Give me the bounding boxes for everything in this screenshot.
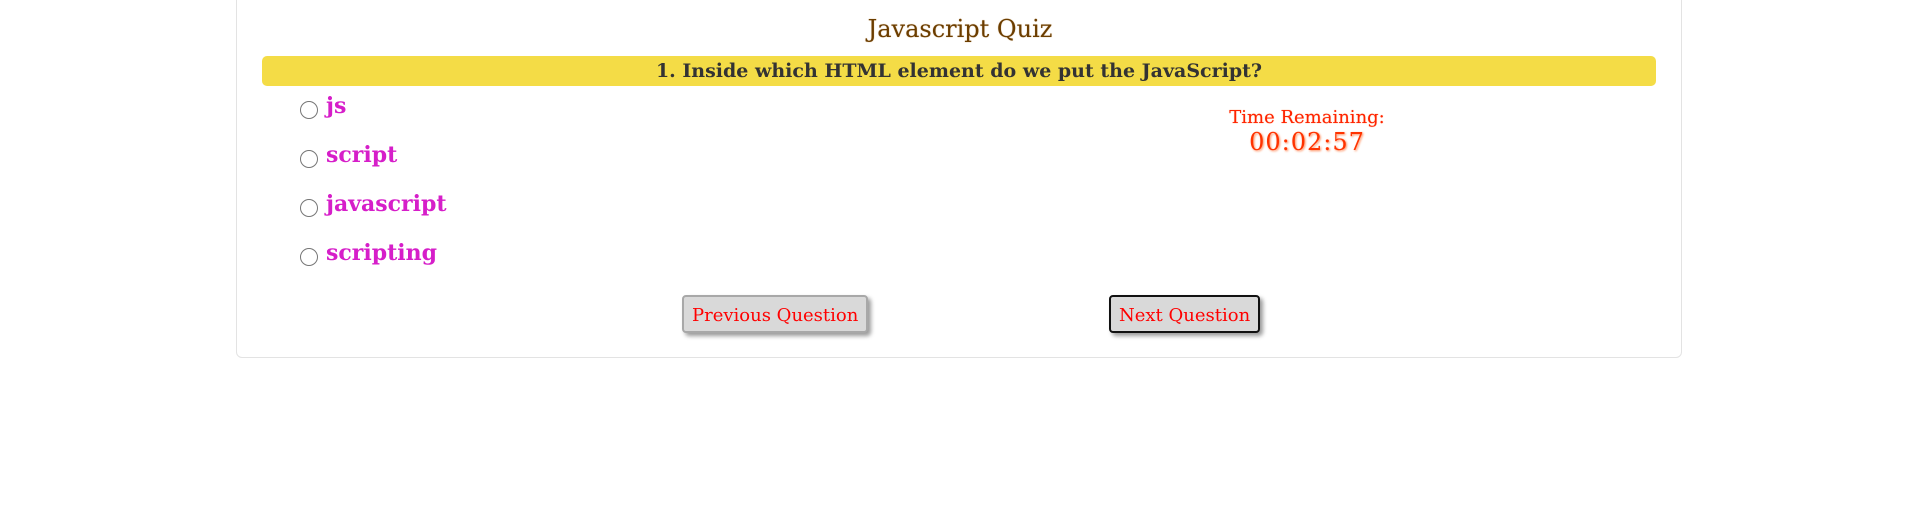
next-question-button[interactable]: Next Question — [1109, 295, 1261, 333]
timer-label: Time Remaining: — [1229, 107, 1385, 128]
option-label: scripting — [326, 240, 438, 266]
option-label: js — [326, 93, 347, 119]
timer-value: 00:02:57 — [1249, 128, 1365, 156]
option-scripting[interactable]: scripting — [300, 238, 437, 268]
radio-button[interactable] — [300, 199, 318, 217]
radio-button[interactable] — [300, 248, 318, 266]
option-label: script — [326, 142, 398, 168]
option-script[interactable]: script — [300, 140, 397, 170]
timer: Time Remaining: 00:02:57 — [1217, 107, 1397, 156]
option-js[interactable]: js — [300, 91, 346, 121]
quiz-card: Javascript Quiz 1. Inside which HTML ele… — [236, 0, 1682, 358]
radio-button[interactable] — [300, 101, 318, 119]
option-label: javascript — [326, 191, 447, 217]
previous-question-button[interactable]: Previous Question — [682, 295, 869, 333]
radio-button[interactable] — [300, 150, 318, 168]
question-text: 1. Inside which HTML element do we put t… — [262, 56, 1656, 86]
option-javascript[interactable]: javascript — [300, 189, 447, 219]
quiz-title: Javascript Quiz — [867, 15, 1053, 43]
